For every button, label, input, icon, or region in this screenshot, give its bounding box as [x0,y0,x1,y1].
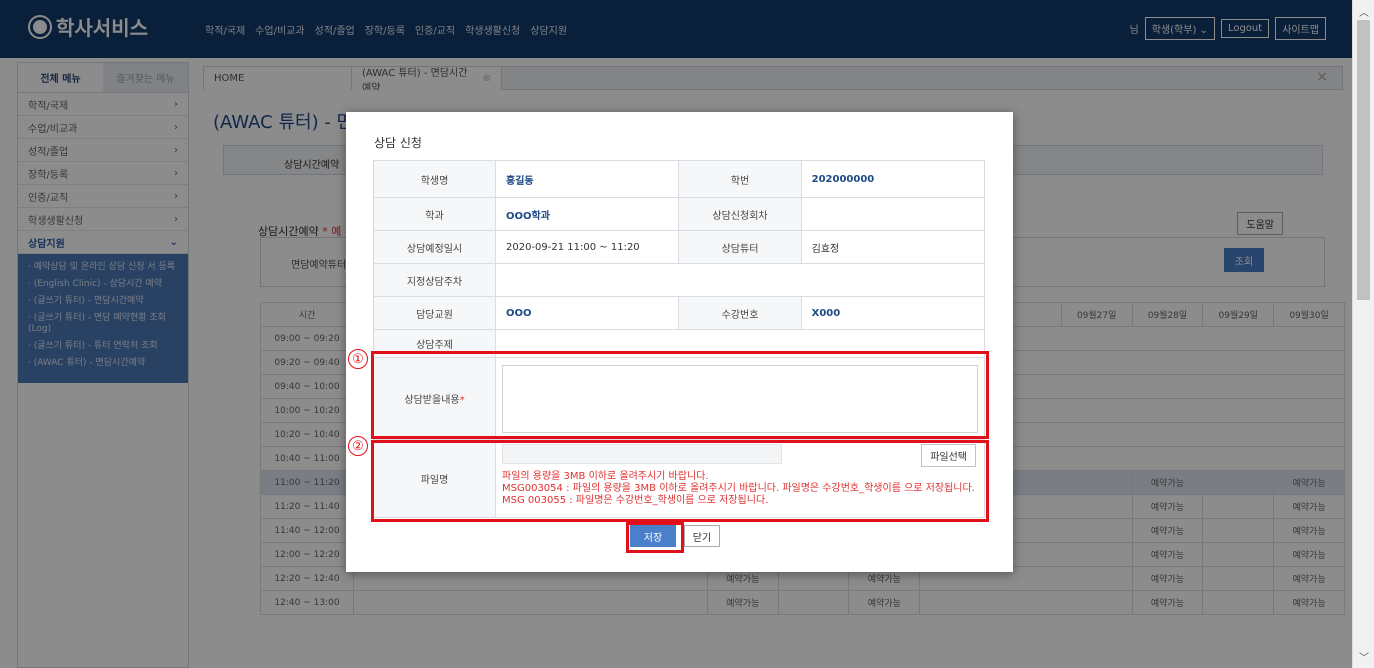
professor-label: 담당교원 [373,296,496,330]
form-row: 상담예정일시 2020-09-21 11:00 ~ 11:20 상담튜터 김효정 [373,230,986,264]
annotation-marker-2: ② [348,436,368,456]
form-row: 학과 OOO학과 상담신청회차 [373,197,986,231]
student-id-label: 학번 [678,160,802,198]
annotation-box-save [626,522,684,553]
week-label: 지정상담주차 [373,263,496,297]
professor-value: OOO [494,296,680,330]
datetime-label: 상담예정일시 [373,230,496,264]
form-row: 지정상담주차 [373,263,985,297]
session-value [800,197,986,231]
form-row: 학생명 홍길동 학번 202000000 [373,160,986,198]
scroll-up-icon[interactable]: ︿ [1359,4,1369,19]
course-number-label: 수강번호 [678,296,802,330]
department-label: 학과 [373,197,496,231]
tutor-label: 상담튜터 [678,230,802,264]
datetime-value: 2020-09-21 11:00 ~ 11:20 [494,230,680,264]
close-button[interactable]: 닫기 [684,525,720,547]
department-value: OOO학과 [494,197,680,231]
scrollbar-thumb[interactable] [1357,20,1370,300]
course-number-value: X000 [800,296,986,330]
form-row: 담당교원 OOO 수강번호 X000 [373,296,986,330]
annotation-box-file [371,440,989,522]
tutor-value: 김효정 [800,230,986,264]
student-name-value: 홍길동 [494,160,680,198]
modal-title: 상담 신청 [374,136,422,150]
week-value [495,263,985,297]
student-name-label: 학생명 [373,160,496,198]
annotation-box-content [371,351,989,439]
annotation-marker-1: ① [348,349,368,369]
page-scrollbar[interactable]: ︿ ﹀ [1352,0,1374,668]
scroll-down-icon[interactable]: ﹀ [1359,649,1369,664]
session-label: 상담신청회차 [678,197,802,231]
student-id-value: 202000000 [800,160,986,198]
